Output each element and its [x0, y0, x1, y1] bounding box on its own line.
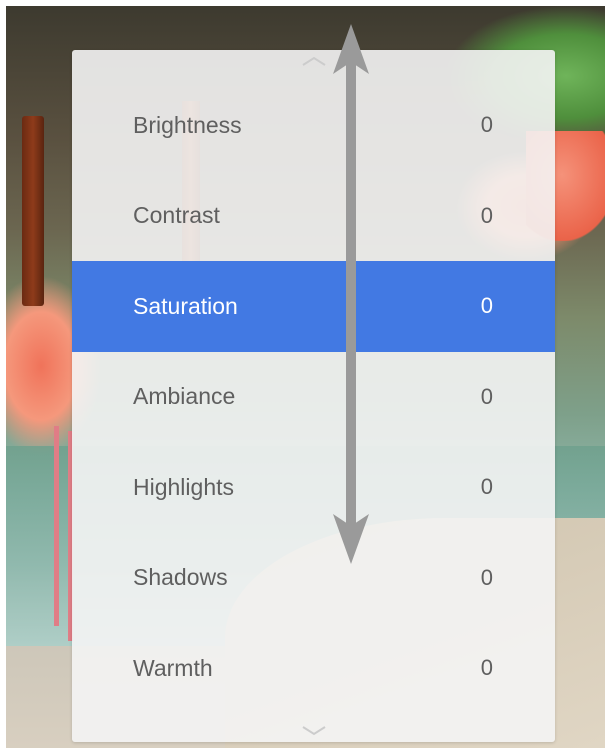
menu-item-label: Contrast — [133, 202, 220, 229]
menu-item-label: Highlights — [133, 473, 234, 500]
menu-item-value: 0 — [480, 655, 493, 681]
menu-item-brightness[interactable]: Brightness 0 — [72, 80, 555, 171]
menu-item-saturation[interactable]: Saturation 0 — [72, 261, 555, 352]
menu-item-label: Ambiance — [133, 383, 236, 410]
menu-item-value: 0 — [480, 112, 493, 138]
menu-item-value: 0 — [480, 293, 493, 319]
menu-item-warmth[interactable]: Warmth 0 — [72, 623, 555, 714]
menu-item-value: 0 — [480, 383, 493, 409]
adjustment-list: Brightness 0 Contrast 0 Saturation 0 Ambiance 0… — [72, 80, 555, 714]
photo-flamingo-leg — [54, 426, 59, 626]
menu-item-shadows[interactable]: Shadows 0 — [72, 533, 555, 624]
menu-item-value: 0 — [480, 474, 493, 500]
photo-post — [22, 116, 44, 306]
adjustment-menu[interactable]: Brightness 0 Contrast 0 Saturation 0 Ambiance 0… — [72, 50, 555, 742]
menu-item-contrast[interactable]: Contrast 0 — [72, 171, 555, 262]
menu-item-value: 0 — [480, 202, 493, 228]
menu-item-label: Saturation — [133, 292, 238, 319]
menu-item-label: Brightness — [133, 111, 242, 138]
menu-item-label: Warmth — [133, 654, 213, 681]
menu-item-value: 0 — [480, 564, 493, 590]
menu-item-highlights[interactable]: Highlights 0 — [72, 442, 555, 533]
chevron-up-icon — [300, 54, 328, 68]
chevron-down-icon — [300, 724, 328, 738]
menu-item-label: Shadows — [133, 564, 228, 591]
menu-item-ambiance[interactable]: Ambiance 0 — [72, 352, 555, 443]
